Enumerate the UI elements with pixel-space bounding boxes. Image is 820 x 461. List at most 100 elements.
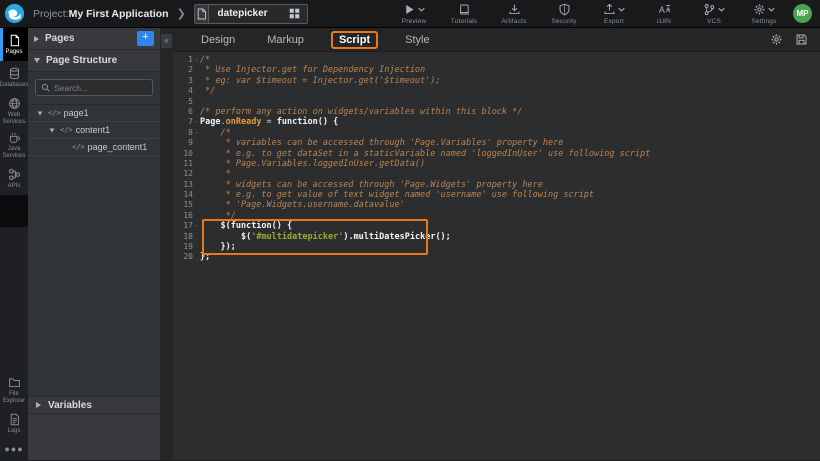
pages-header-label: Pages — [45, 33, 74, 44]
line-number-gutter[interactable]: 1- — [173, 55, 200, 65]
panel-splitter[interactable]: « — [160, 28, 173, 460]
settings-button[interactable]: Settings — [749, 3, 779, 25]
vcs-button[interactable]: VCS — [699, 3, 729, 25]
fold-spacer — [193, 76, 200, 86]
code-line-2: 2 * Use Injector.get for Dependency Inje… — [173, 65, 820, 75]
artifacts-button[interactable]: Artifacts — [499, 3, 529, 25]
button-label: i18N — [657, 18, 671, 25]
tab-markup[interactable]: Markup — [262, 32, 309, 48]
code-line-text[interactable]: */ — [200, 86, 820, 96]
line-number-gutter[interactable]: 17- — [173, 221, 200, 231]
tree-node-page1[interactable]: </>page1 — [28, 105, 160, 122]
line-number-gutter: 18 — [173, 232, 200, 242]
code-line-text[interactable]: * e.g. to get value of text widget named… — [200, 190, 820, 200]
sidebar-item-label: Pages — [5, 49, 22, 56]
code-line-text[interactable]: }); — [200, 242, 820, 252]
branch-icon — [703, 3, 716, 16]
search-box[interactable] — [35, 79, 153, 96]
variables-section-header[interactable]: Variables — [28, 396, 160, 414]
code-line-text[interactable]: /* — [200, 128, 820, 138]
gear-icon[interactable] — [770, 33, 783, 46]
wavemaker-logo-icon[interactable] — [4, 3, 25, 24]
line-number-gutter: 12 — [173, 169, 200, 179]
project-breadcrumb: Project:My First Application — [33, 8, 169, 20]
download-icon — [508, 3, 521, 16]
line-number-gutter[interactable]: 7- — [173, 117, 200, 127]
sidebar-item-logs[interactable]: Logs — [0, 407, 28, 440]
line-number-gutter: 3 — [173, 76, 200, 86]
fold-spacer — [193, 232, 200, 242]
tab-script[interactable]: Script — [331, 31, 378, 49]
grid-icon[interactable] — [282, 8, 307, 19]
tree-node-label: page1 — [64, 108, 89, 118]
button-label: VCS — [707, 18, 721, 25]
code-line-text[interactable]: * variables can be accessed through 'Pag… — [200, 138, 820, 148]
tree-node-content1[interactable]: </>content1 — [28, 122, 160, 139]
expand-arrow-icon[interactable] — [36, 111, 44, 116]
coffee-icon — [8, 131, 21, 144]
add-page-button[interactable]: + — [137, 31, 154, 46]
tutorials-button[interactable]: Tutorials — [449, 3, 479, 25]
tree-node-page_content1[interactable]: </>page_content1 — [28, 139, 160, 156]
sidebar-item-file-explorer[interactable]: FileExplorer — [0, 373, 28, 407]
upload-icon — [603, 3, 616, 16]
avatar[interactable]: MP — [793, 4, 812, 23]
code-line-text[interactable]: * 'Page.Widgets.username.datavalue' — [200, 200, 820, 210]
fold-spacer — [193, 200, 200, 210]
translate-icon: A — [658, 3, 671, 16]
sidebar-item-label: Databases — [0, 82, 28, 89]
collapse-panel-button[interactable]: « — [161, 34, 172, 48]
preview-button[interactable]: Preview — [399, 3, 429, 25]
code-line-text[interactable]: $('#multidatepicker').multiDatesPicker()… — [200, 232, 820, 242]
fold-marker-icon[interactable]: - — [193, 128, 200, 138]
code-line-9: 9 * variables can be accessed through 'P… — [173, 138, 820, 148]
code-line-text[interactable]: * widgets can be accessed through 'Page.… — [200, 180, 820, 190]
code-line-20: 20}; — [173, 252, 820, 262]
fold-marker-icon[interactable]: - — [193, 221, 200, 231]
sidebar-item-java-services[interactable]: JavaServices — [0, 128, 28, 162]
page-structure-header[interactable]: Page Structure — [28, 50, 160, 72]
script-code-editor[interactable]: 1-/*2 * Use Injector.get for Dependency … — [173, 52, 820, 460]
code-line-11: 11 * Page.Variables.loggedInUser.getData… — [173, 159, 820, 169]
line-number-gutter[interactable]: 8- — [173, 128, 200, 138]
more-icon[interactable]: ●●● — [0, 440, 28, 460]
sidebar-item-apis[interactable]: APIs — [0, 162, 28, 195]
fold-marker-icon[interactable]: - — [193, 117, 200, 127]
code-line-text[interactable]: /* — [200, 55, 820, 65]
code-line-4: 4 */ — [173, 86, 820, 96]
project-name: My First Application — [69, 8, 169, 20]
page-tab-datepicker[interactable]: datepicker — [194, 4, 308, 24]
export-button[interactable]: Export — [599, 3, 629, 25]
code-line-18: 18 $('#multidatepicker').multiDatesPicke… — [173, 232, 820, 242]
save-icon[interactable] — [795, 33, 808, 46]
code-line-text[interactable]: }; — [200, 252, 820, 262]
expand-arrow-icon[interactable] — [48, 128, 56, 133]
tab-design[interactable]: Design — [196, 32, 240, 48]
code-line-text[interactable]: */ — [200, 211, 820, 221]
code-line-text[interactable]: $(function() { — [200, 221, 820, 231]
sidebar-item-pages[interactable]: Pages — [0, 28, 28, 61]
tab-style[interactable]: Style — [400, 32, 434, 48]
code-line-text[interactable]: * — [200, 169, 820, 179]
panel-empty-area — [28, 156, 160, 396]
code-line-text[interactable]: * Page.Variables.loggedInUser.getData() — [200, 159, 820, 169]
button-label: Artifacts — [501, 18, 526, 25]
code-line-text[interactable]: * eg: var $timeout = Injector.get('$time… — [200, 76, 820, 86]
search-input[interactable] — [54, 83, 147, 93]
code-line-text[interactable]: * e.g. to get dataSet in a staticVariabl… — [200, 149, 820, 159]
code-line-text[interactable] — [200, 97, 820, 107]
code-line-3: 3 * eg: var $timeout = Injector.get('$ti… — [173, 76, 820, 86]
fold-marker-icon[interactable]: - — [193, 55, 200, 65]
code-line-text[interactable]: Page.onReady = function() { — [200, 117, 820, 127]
code-line-text[interactable]: * Use Injector.get for Dependency Inject… — [200, 65, 820, 75]
i18n-button[interactable]: Ai18N — [649, 3, 679, 25]
pages-panel-header[interactable]: Pages + — [28, 28, 160, 50]
panel-bottom-area — [28, 414, 160, 460]
sidebar-item-web-services[interactable]: WebServices — [0, 94, 28, 128]
sidebar-item-databases[interactable]: Databases — [0, 61, 28, 94]
security-button[interactable]: Security — [549, 3, 579, 25]
code-line-text[interactable]: /* perform any action on widgets/variabl… — [200, 107, 820, 117]
code-line-13: 13 * widgets can be accessed through 'Pa… — [173, 180, 820, 190]
line-number-gutter: 16 — [173, 211, 200, 221]
widget-code-icon: </> — [72, 143, 85, 151]
